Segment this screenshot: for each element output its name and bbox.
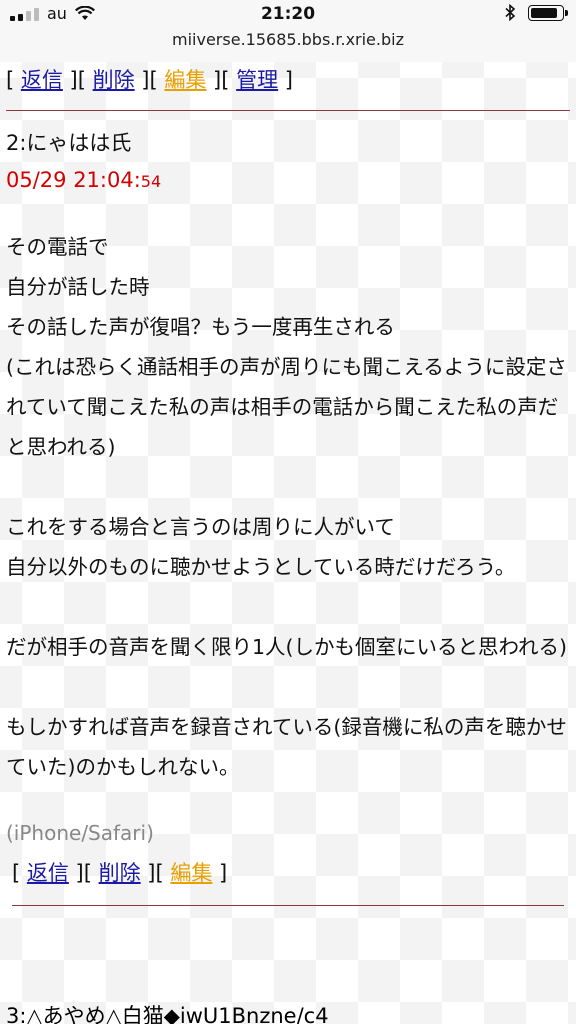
battery-icon — [528, 4, 568, 21]
thread-content: [ 返信 ][ 削除 ][ 編集 ][ 管理 ] 2:にゃはは氏 05/29 2… — [0, 62, 576, 906]
divider — [12, 905, 564, 906]
post-date-main: 05/29 21:04: — [6, 168, 141, 192]
post-date: 05/29 21:04:54 — [6, 163, 570, 199]
post-body: その電話で 自分が話した時 その話した声が復唱？もう一度再生される (これは恐ら… — [6, 235, 568, 779]
edit-link[interactable]: 編集 — [170, 861, 212, 885]
post: 2:にゃはは氏 05/29 21:04:54 その電話で 自分が話した時 その話… — [0, 111, 576, 906]
url-bar[interactable]: miiverse.15685.bbs.r.xrie.biz — [0, 30, 576, 49]
next-post-author: 3:△あやめ△白猫◆iwU1Bnzne/c4 — [6, 1004, 329, 1024]
reply-link[interactable]: 返信 — [21, 68, 63, 92]
status-right — [505, 4, 568, 21]
post-user-agent: (iPhone/Safari) — [6, 821, 154, 845]
page: au 21:20 miiverse.15685.bbs.r.xrie.biz [… — [0, 0, 576, 1024]
delete-link[interactable]: 削除 — [99, 861, 141, 885]
clock: 21:20 — [260, 4, 316, 24]
bluetooth-icon — [505, 4, 516, 21]
admin-link[interactable]: 管理 — [236, 68, 278, 92]
post-author: 2:にゃはは氏 — [6, 131, 132, 155]
reply-link[interactable]: 返信 — [27, 861, 69, 885]
post-actions-top: [ 返信 ][ 削除 ][ 編集 ][ 管理 ] — [6, 68, 293, 92]
delete-link[interactable]: 削除 — [93, 68, 135, 92]
post-date-seconds: 54 — [140, 172, 162, 191]
status-bar: au 21:20 miiverse.15685.bbs.r.xrie.biz — [0, 0, 576, 62]
edit-link[interactable]: 編集 — [164, 68, 206, 92]
post-actions-bottom: [ 返信 ][ 削除 ][ 編集 ] — [12, 861, 228, 885]
